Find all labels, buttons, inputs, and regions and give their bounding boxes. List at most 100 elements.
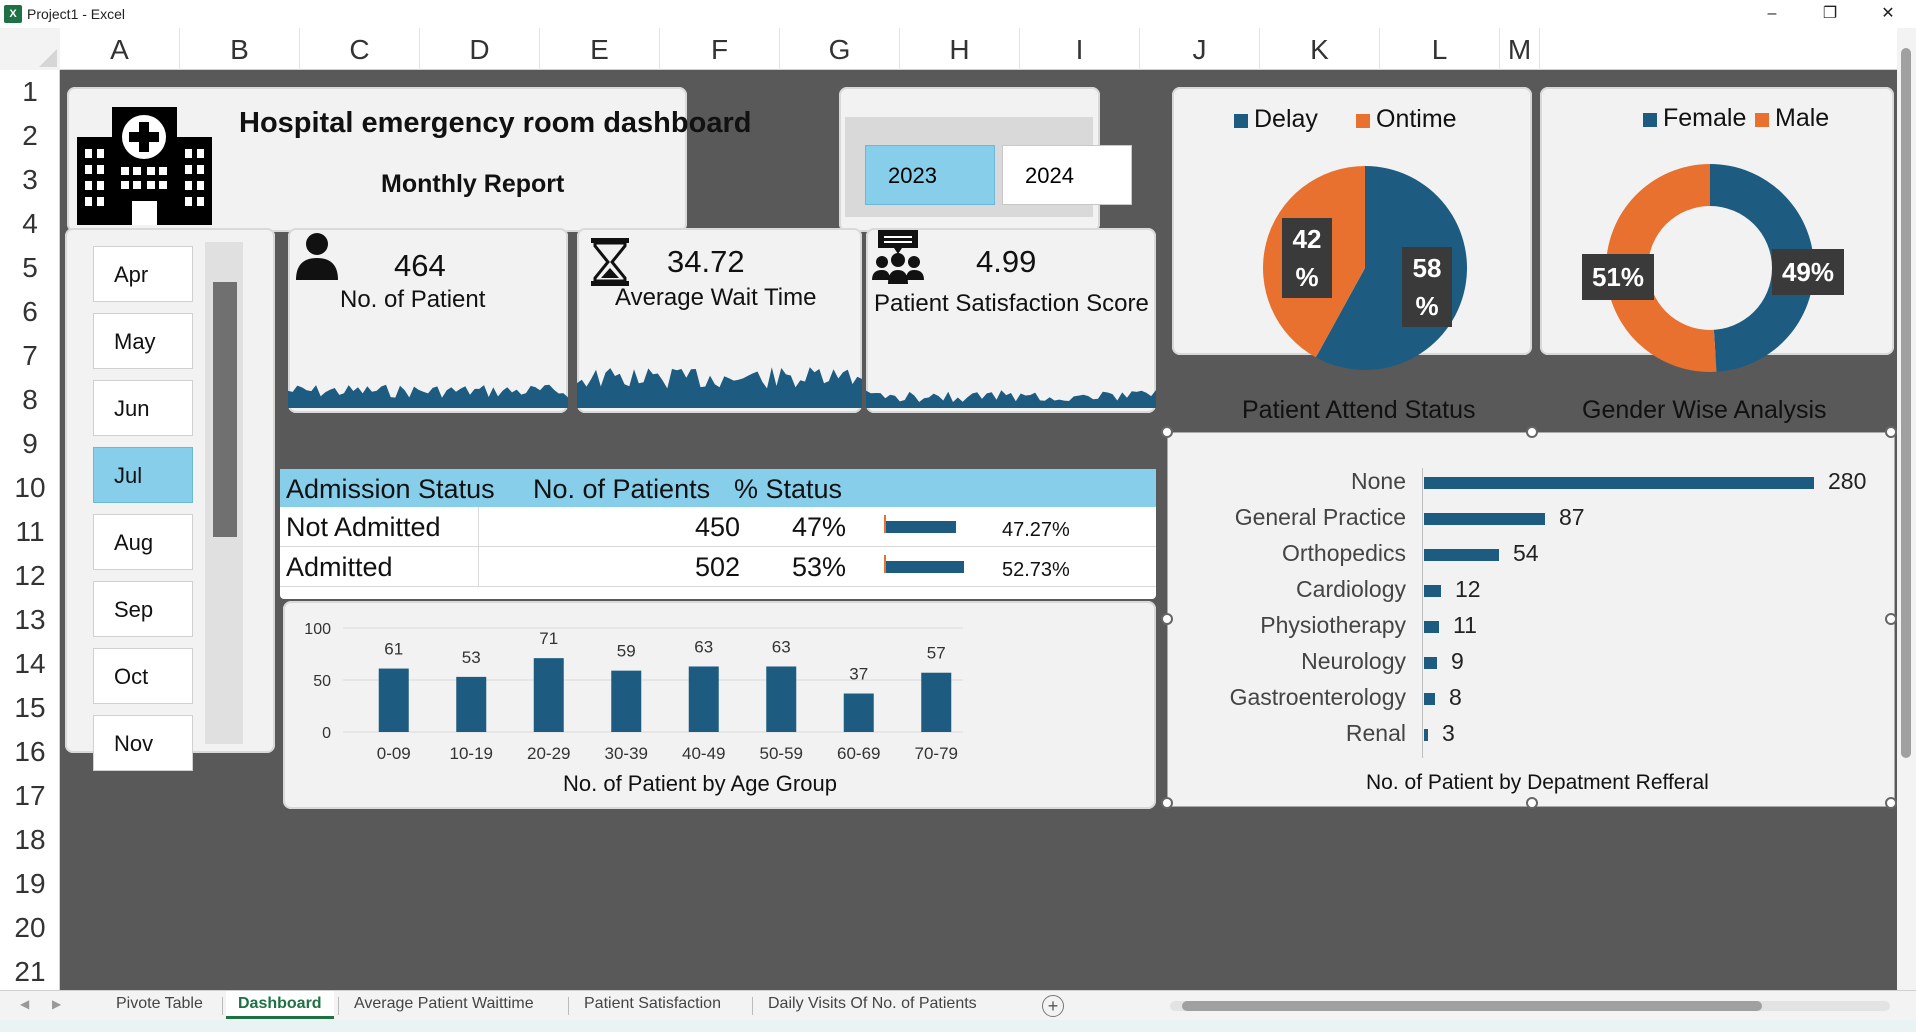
attend-status-card: Delay Ontime 42 % 58 % Patient Attend St…	[1172, 87, 1532, 424]
resize-handle[interactable]	[1526, 426, 1538, 438]
resize-handle[interactable]	[1885, 797, 1897, 809]
tab-dashboard[interactable]: Dashboard	[226, 991, 334, 1019]
admission-pct-cell: 47%	[791, 512, 846, 542]
row-header-7[interactable]: 7	[0, 334, 60, 378]
column-header-C[interactable]: C	[300, 28, 420, 70]
kpi-wait-value: 34.72	[667, 244, 745, 279]
legend-delay-label: Delay	[1254, 105, 1318, 133]
dashboard-sheet: Hospital emergency room dashboard Monthl…	[60, 70, 1897, 990]
minimize-button[interactable]: –	[1752, 2, 1792, 26]
month-button-may[interactable]: May	[93, 313, 193, 369]
year-slicer: 2023 2024	[839, 87, 1132, 232]
age-bar	[688, 666, 719, 732]
age-category-label: 30-39	[605, 744, 648, 763]
tab-scroll-left-icon[interactable]: ◀	[20, 997, 29, 1011]
row-header-13[interactable]: 13	[0, 598, 60, 642]
row-header-10[interactable]: 10	[0, 466, 60, 510]
kpi-wait-card: 34.72 Average Wait Time	[577, 228, 862, 413]
vertical-scrollbar-thumb[interactable]	[1901, 48, 1911, 758]
tab-pivote-table[interactable]: Pivote Table	[104, 991, 215, 1019]
row-header-8[interactable]: 8	[0, 378, 60, 422]
age-bar	[843, 693, 874, 732]
age-bar	[533, 658, 564, 732]
resize-handle[interactable]	[1161, 797, 1173, 809]
department-bar	[1424, 549, 1499, 561]
vertical-scrollbar[interactable]	[1897, 28, 1916, 990]
department-bar	[1424, 477, 1814, 489]
attend-chart-title: Patient Attend Status	[1242, 396, 1476, 424]
department-label: Renal	[1345, 720, 1406, 746]
column-header-F[interactable]: F	[660, 28, 780, 70]
tab-average-patient-waittime[interactable]: Average Patient Waittime	[342, 991, 546, 1019]
close-button[interactable]: ✕	[1868, 2, 1908, 26]
row-header-6[interactable]: 6	[0, 290, 60, 334]
month-button-apr[interactable]: Apr	[93, 246, 193, 302]
column-header-E[interactable]: E	[540, 28, 660, 70]
horizontal-scrollbar[interactable]	[1170, 1001, 1890, 1011]
row-header-16[interactable]: 16	[0, 730, 60, 774]
column-header-H[interactable]: H	[900, 28, 1020, 70]
admission-header-count: No. of Patients	[533, 474, 711, 504]
year-2023-button[interactable]: 2023	[865, 145, 995, 205]
attend-pie-chart	[1263, 166, 1467, 370]
row-header-2[interactable]: 2	[0, 114, 60, 158]
row-header-17[interactable]: 17	[0, 774, 60, 818]
row-header-9[interactable]: 9	[0, 422, 60, 466]
column-header-J[interactable]: J	[1140, 28, 1260, 70]
tab-daily-visits-of-no-of-patients[interactable]: Daily Visits Of No. of Patients	[756, 991, 989, 1019]
resize-handle[interactable]	[1885, 426, 1897, 438]
department-label: Cardiology	[1296, 576, 1406, 602]
row-header-21[interactable]: 21	[0, 950, 60, 994]
department-value: 3	[1442, 720, 1455, 746]
department-value: 11	[1453, 612, 1477, 638]
month-button-nov[interactable]: Nov	[93, 715, 193, 771]
tab-scroll-right-icon[interactable]: ▶	[52, 997, 61, 1011]
row-header-1[interactable]: 1	[0, 70, 60, 114]
resize-handle[interactable]	[1526, 797, 1538, 809]
column-header-B[interactable]: B	[180, 28, 300, 70]
row-header-5[interactable]: 5	[0, 246, 60, 290]
admission-status-cell: Not Admitted	[286, 512, 441, 542]
age-bar-value: 53	[462, 648, 481, 667]
row-header-18[interactable]: 18	[0, 818, 60, 862]
row-header-12[interactable]: 12	[0, 554, 60, 598]
department-chart-card[interactable]: None 280 General Practice 87 Orthopedics 54 Ca…	[1161, 426, 1897, 809]
month-button-aug[interactable]: Aug	[93, 514, 193, 570]
kpi-patients-label: No. of Patient	[340, 286, 486, 313]
row-header-3[interactable]: 3	[0, 158, 60, 202]
resize-handle[interactable]	[1885, 613, 1897, 625]
row-header-20[interactable]: 20	[0, 906, 60, 950]
column-header-D[interactable]: D	[420, 28, 540, 70]
month-button-oct[interactable]: Oct	[93, 648, 193, 704]
column-header-M[interactable]: M	[1500, 28, 1540, 70]
column-headers: ABCDEFGHIJKLM	[0, 28, 1916, 70]
month-button-jul[interactable]: Jul	[93, 447, 193, 503]
resize-handle[interactable]	[1161, 613, 1173, 625]
column-header-I[interactable]: I	[1020, 28, 1140, 70]
add-sheet-button[interactable]: +	[1042, 995, 1064, 1017]
month-slicer: Apr May Jun Jul Aug Sep Oct Nov	[65, 228, 275, 771]
column-header-G[interactable]: G	[780, 28, 900, 70]
select-all-corner[interactable]	[0, 28, 60, 70]
column-header-L[interactable]: L	[1380, 28, 1500, 70]
column-header-K[interactable]: K	[1260, 28, 1380, 70]
month-scrollbar-thumb[interactable]	[213, 282, 237, 537]
department-bar	[1424, 585, 1441, 597]
row-header-19[interactable]: 19	[0, 862, 60, 906]
resize-handle[interactable]	[1161, 426, 1173, 438]
pie-delay-label: 58 %	[1402, 247, 1452, 327]
month-scrollbar[interactable]	[205, 242, 243, 744]
row-header-11[interactable]: 11	[0, 510, 60, 554]
month-button-sep[interactable]: Sep	[93, 581, 193, 637]
row-header-14[interactable]: 14	[0, 642, 60, 686]
restore-button[interactable]: ❐	[1810, 2, 1850, 26]
kpi-patients-card: 464 No. of Patient	[288, 228, 568, 413]
department-bar	[1424, 621, 1439, 633]
month-button-jun[interactable]: Jun	[93, 380, 193, 436]
column-header-A[interactable]: A	[60, 28, 180, 70]
row-header-15[interactable]: 15	[0, 686, 60, 730]
row-header-4[interactable]: 4	[0, 202, 60, 246]
tab-patient-satisfaction[interactable]: Patient Satisfaction	[572, 991, 733, 1019]
horizontal-scrollbar-thumb[interactable]	[1182, 1001, 1762, 1011]
year-2024-button[interactable]: 2024	[1002, 145, 1132, 205]
